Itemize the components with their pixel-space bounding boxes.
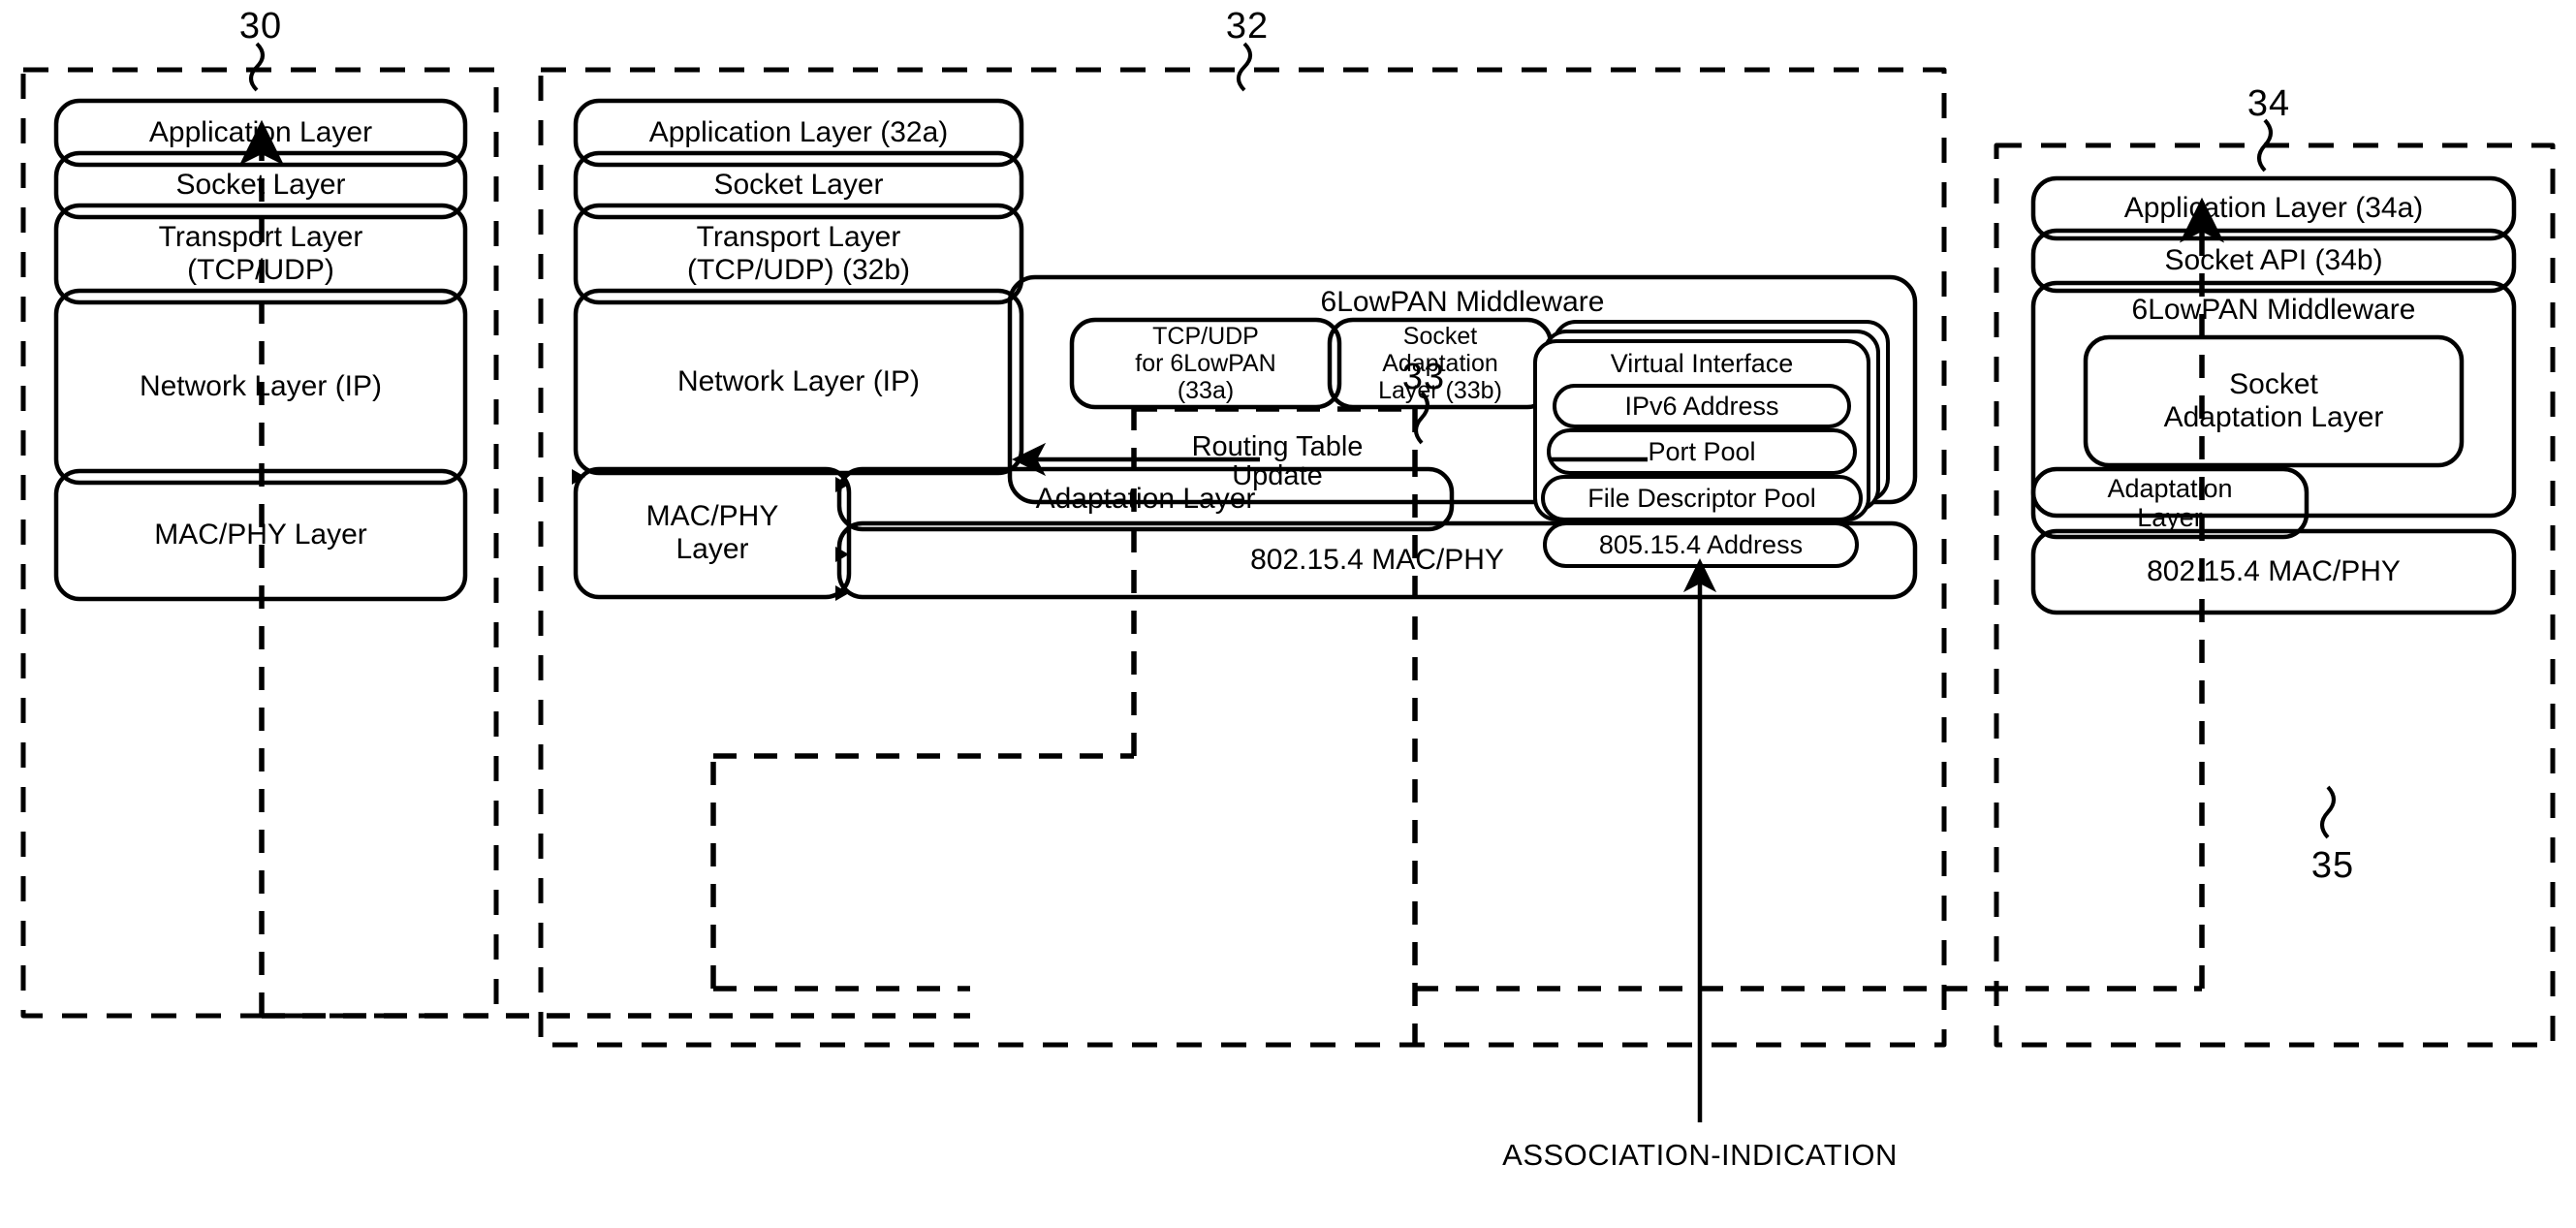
diagram-line-art [20, 42, 2556, 1122]
figure-canvas: 30 32 33 34 35 Application Layer Socket … [0, 0, 2576, 1228]
